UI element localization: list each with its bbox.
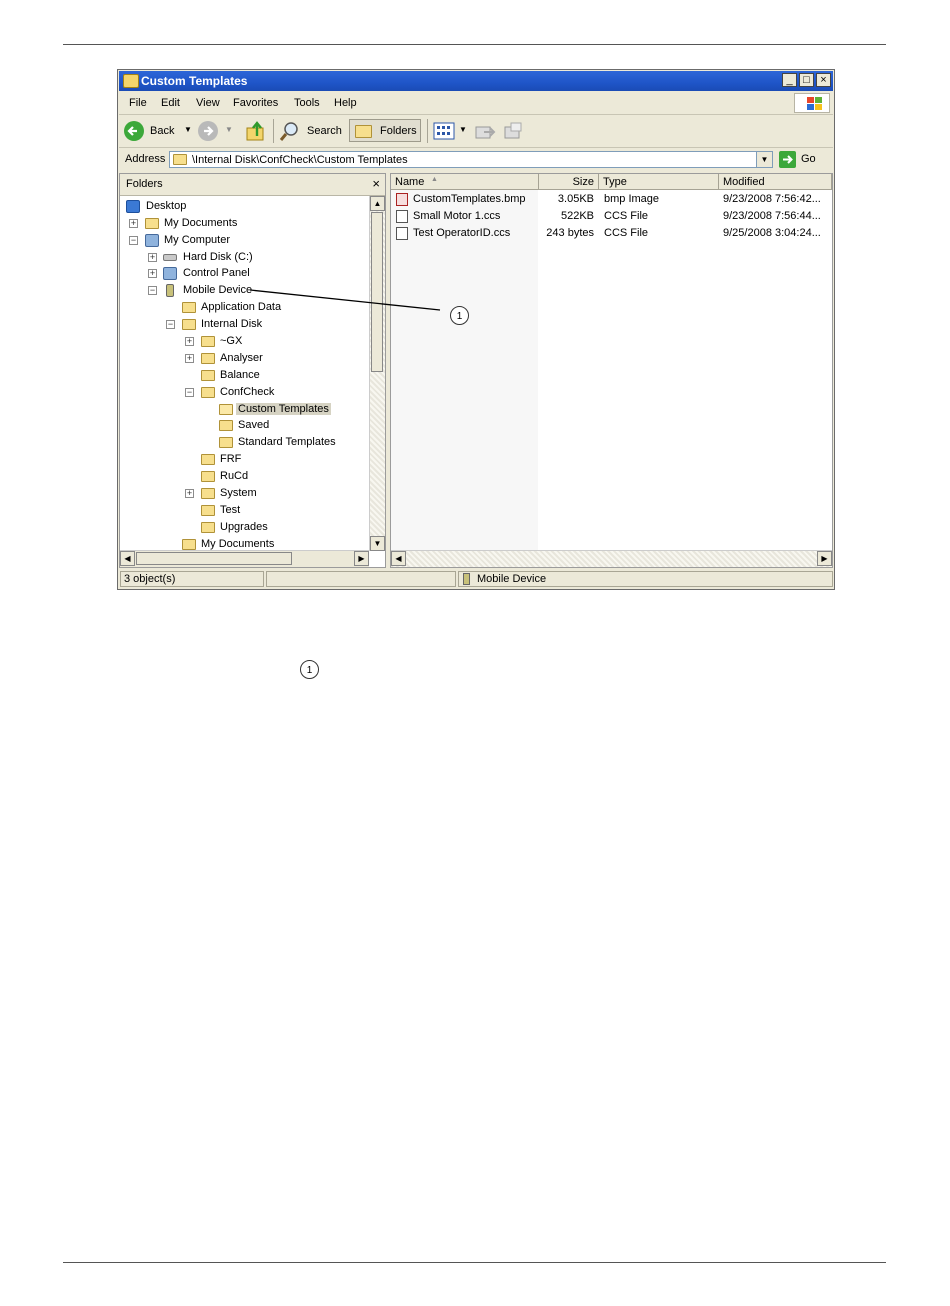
callout-marker: 1 <box>450 306 469 325</box>
footer-rule <box>63 1262 886 1263</box>
callout-leader-line <box>249 289 441 311</box>
callout-legend-marker: 1 <box>300 660 319 679</box>
